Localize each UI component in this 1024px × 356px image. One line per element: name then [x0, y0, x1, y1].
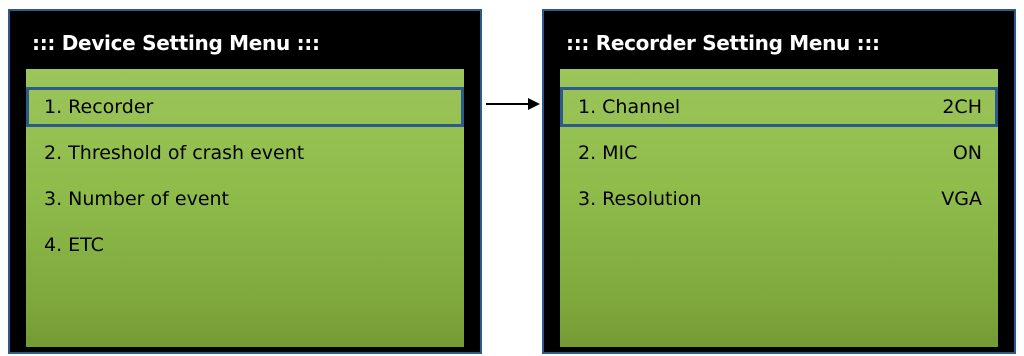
menu-item-recorder[interactable]: 1. Recorder: [26, 87, 464, 127]
menu-item-mic[interactable]: 2. MIC ON: [560, 133, 998, 173]
menu-item-channel[interactable]: 1. Channel 2CH: [560, 87, 998, 127]
menu-item-threshold-of-crash-event[interactable]: 2. Threshold of crash event: [26, 133, 464, 173]
device-setting-menu-screen: 1. Recorder 2. Threshold of crash event …: [26, 69, 464, 347]
menu-item-label: 3. Number of event: [44, 188, 229, 210]
device-setting-menu-title: ::: Device Setting Menu :::: [32, 31, 320, 55]
menu-item-value: VGA: [941, 188, 982, 210]
arrow-right-icon: [486, 98, 540, 110]
recorder-setting-menu-title: ::: Recorder Setting Menu :::: [566, 31, 880, 55]
menu-item-etc[interactable]: 4. ETC: [26, 225, 464, 265]
recorder-setting-menu-panel: ::: Recorder Setting Menu ::: 1. Channel…: [542, 9, 1016, 354]
menu-item-label: 1. Channel: [578, 96, 681, 118]
recorder-setting-menu-screen: 1. Channel 2CH 2. MIC ON 3. Resolution V…: [560, 69, 998, 347]
menu-item-label: 1. Recorder: [44, 96, 154, 118]
device-setting-menu-panel: ::: Device Setting Menu ::: 1. Recorder …: [8, 9, 482, 354]
menu-item-label: 2. MIC: [578, 142, 638, 164]
menu-item-value: 2CH: [942, 96, 982, 118]
menu-item-label: 3. Resolution: [578, 188, 702, 210]
menu-item-number-of-event[interactable]: 3. Number of event: [26, 179, 464, 219]
menu-item-value: ON: [952, 142, 982, 164]
menu-item-resolution[interactable]: 3. Resolution VGA: [560, 179, 998, 219]
menu-item-label: 4. ETC: [44, 234, 104, 256]
menu-item-label: 2. Threshold of crash event: [44, 142, 305, 164]
